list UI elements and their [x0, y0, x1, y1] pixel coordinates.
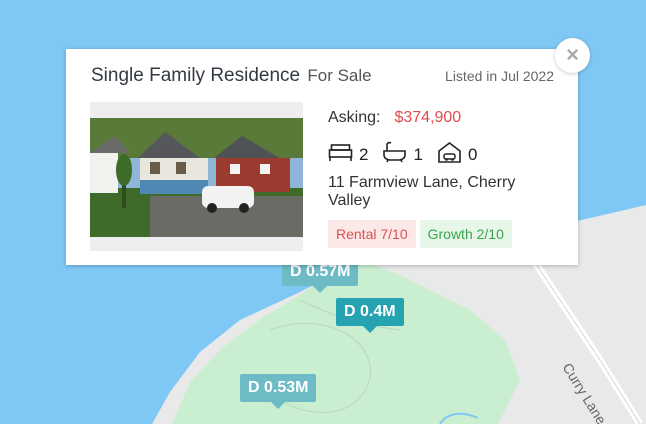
garage-count: 0	[467, 144, 478, 164]
growth-score-badge: Growth 2/10	[419, 220, 512, 248]
asking-price-row: Asking: $374,900	[328, 109, 461, 127]
property-address[interactable]: 11 Farmview Lane, Cherry Valley	[328, 174, 558, 210]
bathtub-icon	[382, 141, 413, 168]
property-photo[interactable]	[90, 102, 303, 251]
garage-car-icon	[437, 141, 468, 168]
garage-spec: 0	[437, 141, 477, 168]
property-specs: 2 1 0	[328, 141, 491, 168]
beds-count: 2	[359, 144, 369, 164]
map-marker[interactable]: D 0.53M	[240, 374, 317, 409]
baths-count: 1	[413, 144, 423, 164]
bed-icon	[328, 142, 359, 167]
beds-spec: 2	[328, 142, 368, 167]
rental-score-badge: Rental 7/10	[328, 220, 416, 248]
listed-date: Listed in Jul 2022	[445, 68, 554, 84]
listing-status: For Sale	[307, 66, 372, 85]
asking-price: $374,900	[394, 109, 462, 126]
map-marker[interactable]: D 0.4M	[336, 298, 404, 333]
score-tags: Rental 7/10 Growth 2/10	[328, 220, 516, 248]
close-icon: ×	[566, 42, 579, 67]
listing-popup: Single Family Residence For Sale Listed …	[66, 49, 578, 265]
property-type: Single Family Residence	[91, 65, 301, 86]
baths-spec: 1	[382, 141, 423, 168]
asking-label: Asking:	[328, 109, 381, 126]
close-popup-button[interactable]: ×	[555, 38, 590, 73]
listing-title: Single Family Residence For Sale	[91, 65, 372, 87]
